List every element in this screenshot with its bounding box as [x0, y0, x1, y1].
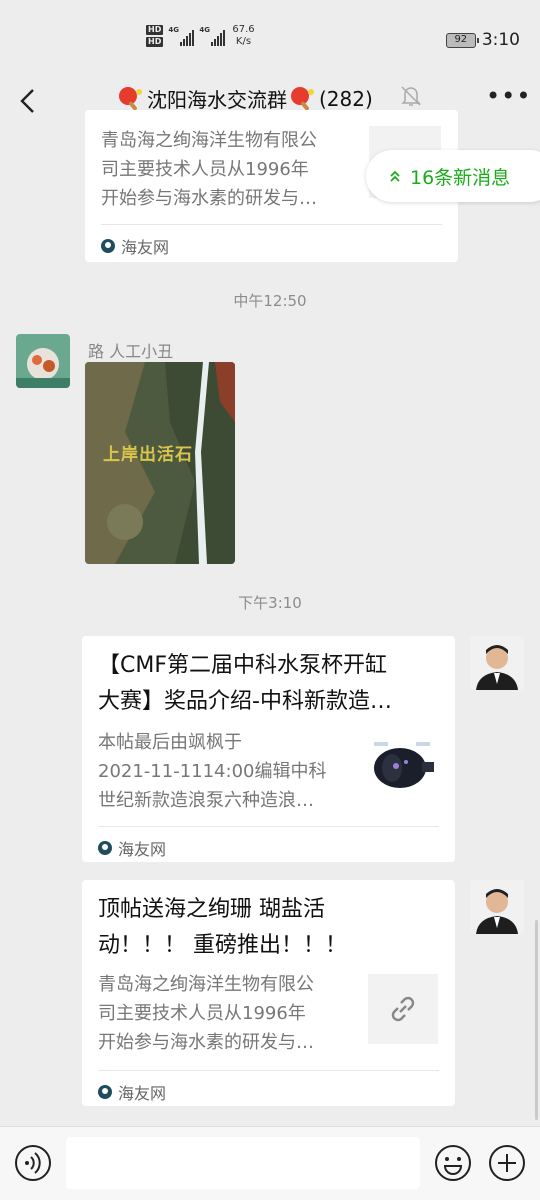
signal-icon: 4G	[168, 26, 195, 46]
card-source: 海友网	[101, 234, 169, 258]
signal-icon: 4G	[199, 26, 226, 46]
card-source: 海友网	[98, 1080, 166, 1104]
member-count: (282)	[319, 86, 373, 111]
more-functions-button[interactable]	[488, 1144, 526, 1186]
battery-icon: 92	[445, 32, 479, 48]
source-logo-icon	[98, 841, 112, 855]
message-input[interactable]	[66, 1137, 420, 1189]
image-message[interactable]: 上岸出活石	[85, 362, 235, 564]
more-button[interactable]: •••	[486, 84, 531, 108]
link-icon	[391, 996, 415, 1022]
hd-badge: HD	[146, 37, 164, 47]
ping-pong-icon	[119, 86, 142, 110]
chat-title: 沈阳海水交流群 (282)	[118, 84, 373, 113]
sender-name: 路 人工小丑	[88, 342, 174, 361]
avatar[interactable]	[470, 636, 524, 690]
input-bar	[0, 1126, 540, 1200]
new-messages-label: 16条新消息	[410, 166, 511, 189]
hd-badge: HD	[146, 25, 164, 35]
image-caption: 上岸出活石	[103, 445, 193, 465]
link-card[interactable]: 顶帖送海之绚珊 瑚盐活 动！！！ 重磅推出！！！ 青岛海之绚海洋生物有限公 司主…	[82, 880, 455, 1106]
link-thumbnail	[368, 974, 438, 1044]
plus-icon	[489, 1145, 525, 1181]
card-description: 青岛海之绚海洋生物有限公 司主要技术人员从1996年 开始参与海水素的研发与…	[101, 130, 317, 209]
network-speed: 67.6 K/s	[232, 24, 255, 47]
avatar[interactable]	[16, 334, 70, 388]
card-source: 海友网	[98, 836, 166, 860]
card-description: 本帖最后由飒枫于 2021-11-1114:00编辑中科 世纪新款造浪泵六种造浪…	[98, 732, 327, 811]
emoji-button[interactable]	[434, 1144, 472, 1186]
voice-button[interactable]	[14, 1144, 52, 1186]
more-icon: •••	[486, 82, 532, 110]
voice-icon	[15, 1145, 51, 1181]
group-name: 沈阳海水交流群	[147, 88, 287, 112]
back-button[interactable]	[14, 86, 44, 116]
double-chevron-up-icon	[390, 170, 400, 182]
status-bar: HD HD 4G 4G 67.6 K/s 92 3:10	[0, 0, 540, 80]
source-logo-icon	[101, 239, 115, 253]
timestamp: 下午3:10	[238, 594, 302, 612]
back-icon	[20, 89, 34, 113]
source-logo-icon	[98, 1085, 112, 1099]
avatar[interactable]	[470, 880, 524, 934]
card-description: 青岛海之绚海洋生物有限公 司主要技术人员从1996年 开始参与海水素的研发与…	[98, 974, 314, 1053]
emoji-icon	[435, 1145, 471, 1181]
product-thumbnail	[366, 732, 438, 804]
network-indicators: HD HD 4G 4G 67.6 K/s	[146, 24, 255, 48]
new-messages-button[interactable]: 16条新消息	[366, 150, 540, 202]
mute-bell-icon	[400, 84, 422, 112]
divider	[98, 1070, 439, 1071]
timestamp: 中午12:50	[233, 292, 307, 310]
divider	[98, 826, 439, 827]
card-title: 【CMF第二届中科水泵杯开缸 大赛】奖品介绍-中科新款造…	[98, 653, 392, 714]
card-title: 顶帖送海之绚珊 瑚盐活 动！！！ 重磅推出！！！	[98, 897, 347, 958]
ping-pong-icon	[291, 86, 314, 110]
divider	[101, 224, 442, 225]
link-card[interactable]: 【CMF第二届中科水泵杯开缸 大赛】奖品介绍-中科新款造… 本帖最后由飒枫于 2…	[82, 636, 455, 862]
status-time: 3:10	[481, 30, 520, 50]
scrollbar[interactable]	[535, 920, 538, 1120]
